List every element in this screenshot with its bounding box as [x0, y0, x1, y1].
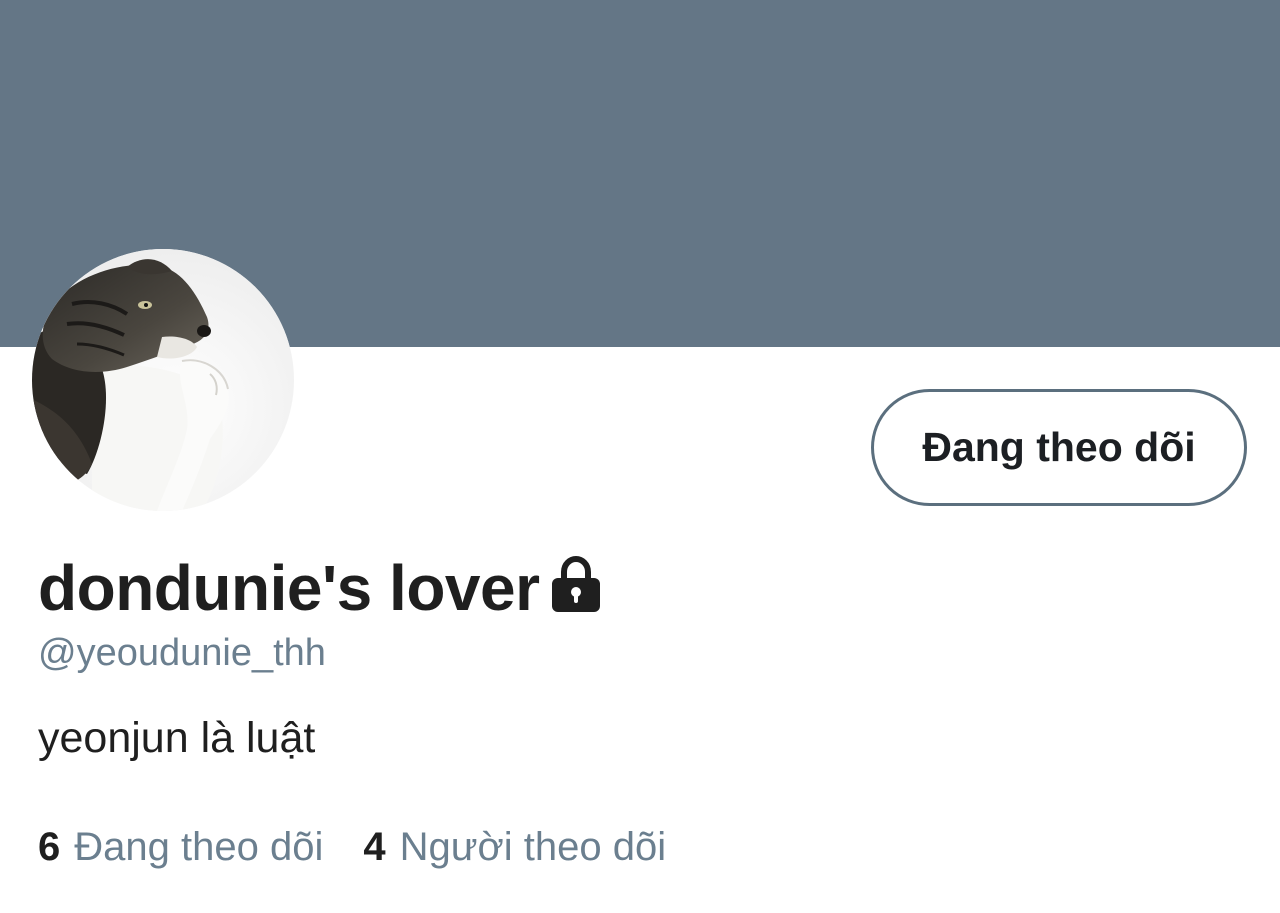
- following-count: 6: [38, 825, 61, 869]
- avatar[interactable]: [32, 249, 294, 511]
- followers-label: Người theo dõi: [399, 825, 667, 869]
- profile-page: Đang theo dõi dondunie's lover @yeouduni…: [0, 0, 1280, 913]
- following-button[interactable]: Đang theo dõi: [871, 389, 1247, 506]
- user-handle: @yeoudunie_thh: [38, 632, 326, 674]
- followers-count: 4: [363, 825, 386, 869]
- following-stat[interactable]: 6 Đang theo dõi: [38, 825, 323, 870]
- lock-icon: [550, 556, 602, 614]
- cat-photo-icon: [32, 249, 294, 511]
- display-name: dondunie's lover: [38, 552, 540, 624]
- followers-stat[interactable]: 4 Người theo dõi: [363, 825, 666, 870]
- following-label: Đang theo dõi: [74, 825, 324, 869]
- profile-stats: 6 Đang theo dõi 4 Người theo dõi: [38, 825, 666, 870]
- display-name-row: dondunie's lover: [38, 548, 602, 628]
- profile-bio: yeonjun là luật: [38, 714, 316, 762]
